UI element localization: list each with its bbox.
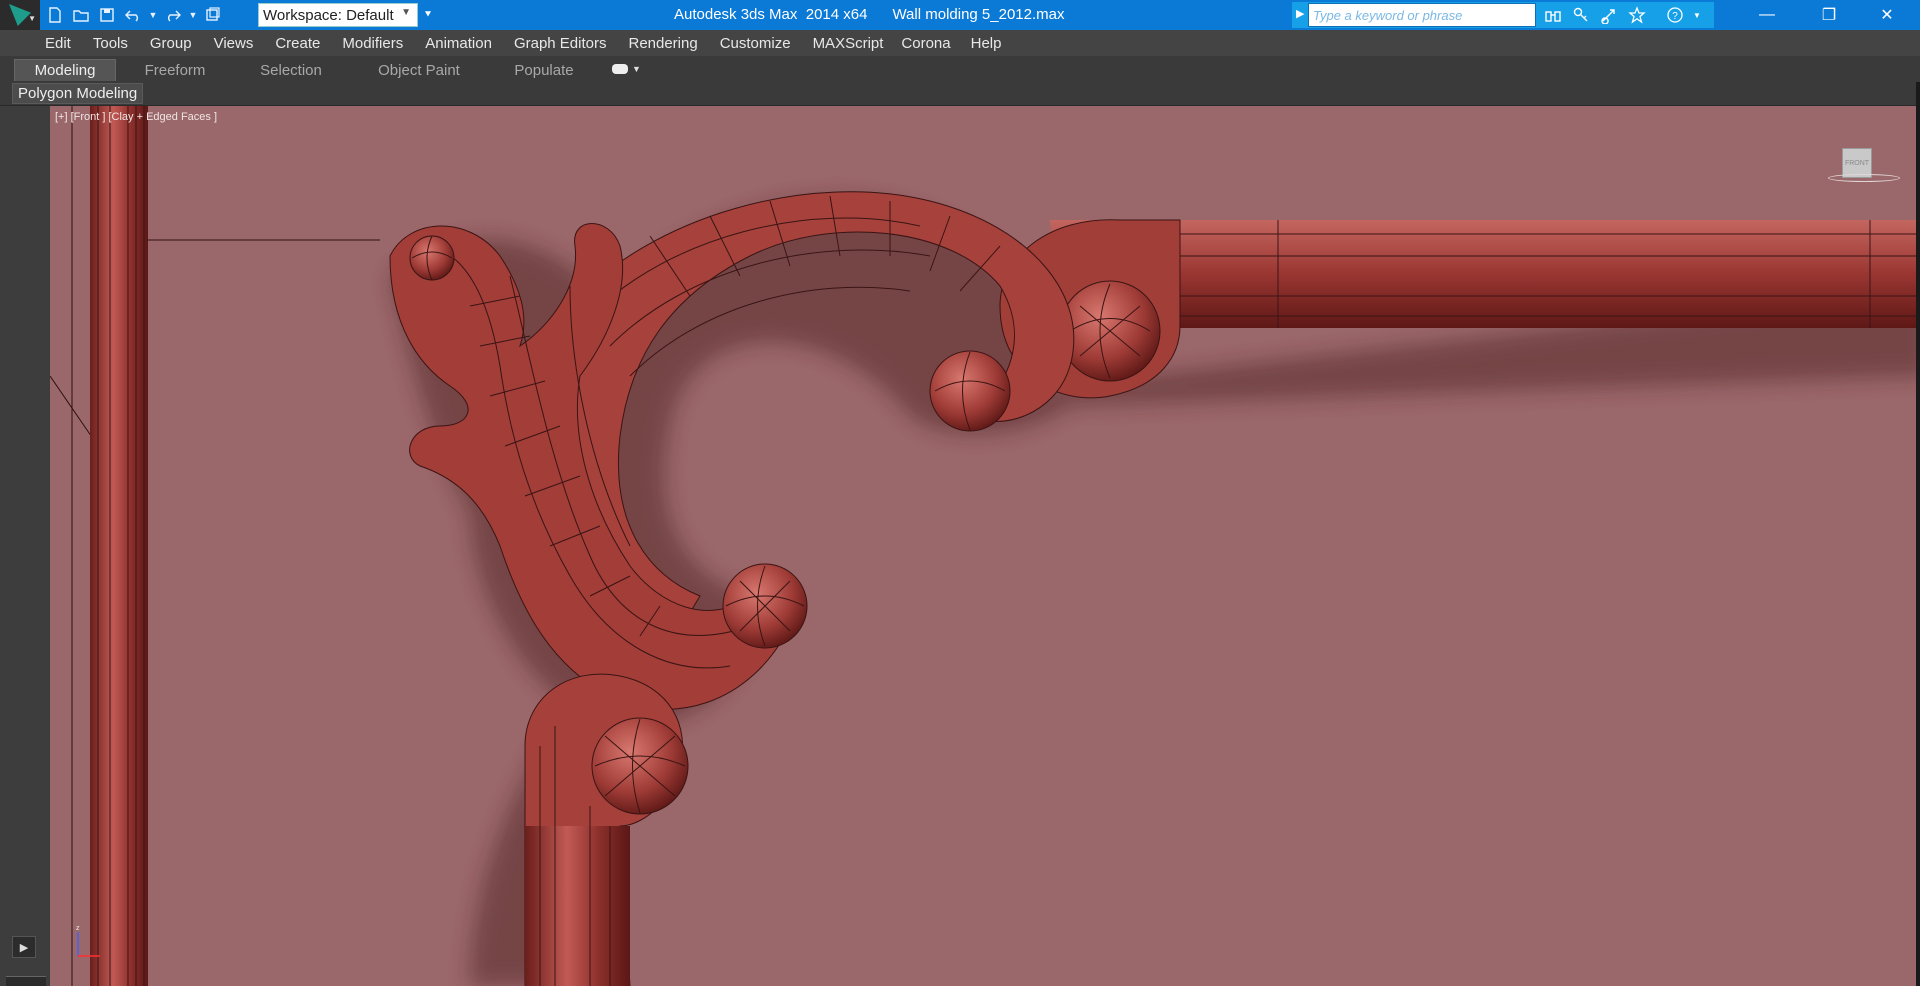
title-bar: ▼ ▼ ▼ Workspace: Default ▼ ⯆ Autodesk 3d… xyxy=(0,0,1920,30)
viewcube-compass-ring[interactable] xyxy=(1828,174,1900,182)
svg-text:z: z xyxy=(76,925,80,932)
tab-freeform[interactable]: Freeform xyxy=(130,59,220,81)
polygon-modeling-panel[interactable]: Polygon Modeling xyxy=(12,83,144,104)
menu-corona[interactable]: Corona xyxy=(901,35,950,52)
project-folder-icon[interactable] xyxy=(202,4,224,26)
save-icon[interactable] xyxy=(96,4,118,26)
left-bottom-bar xyxy=(6,976,46,986)
menu-tools[interactable]: Tools xyxy=(93,35,128,52)
close-icon[interactable]: ✕ xyxy=(1864,0,1910,30)
menu-group[interactable]: Group xyxy=(150,35,192,52)
app-window: ▼ ▼ ▼ Workspace: Default ▼ ⯆ Autodesk 3d… xyxy=(0,0,1920,986)
application-menu-button[interactable]: ▼ xyxy=(0,0,40,30)
workspace-label: Workspace: Default xyxy=(263,6,394,24)
ribbon-panel-row: Polygon Modeling xyxy=(0,82,1920,106)
molding-scene xyxy=(50,106,1920,986)
menu-edit[interactable]: Edit xyxy=(45,35,71,52)
axis-tripod-icon: z xyxy=(76,925,100,957)
tab-populate[interactable]: Populate xyxy=(500,59,588,81)
menu-bar: Edit Tools Group Views Create Modifiers … xyxy=(0,30,1920,56)
front-viewport[interactable]: [+] [Front ] [Clay + Edged Faces ] FRONT… xyxy=(50,106,1920,986)
exchange-icon[interactable] xyxy=(1598,5,1620,25)
menu-rendering[interactable]: Rendering xyxy=(628,35,697,52)
search-input[interactable] xyxy=(1308,3,1536,27)
help-dropdown-icon[interactable]: ▼ xyxy=(1686,5,1708,25)
svg-text:?: ? xyxy=(1672,11,1678,22)
help-icon[interactable]: ? xyxy=(1664,5,1686,25)
window-title: Autodesk 3ds Max 2014 x64 Wall molding 5… xyxy=(674,6,1065,23)
ribbon-minimize-toggle[interactable]: ▼ xyxy=(612,61,642,77)
star-icon[interactable] xyxy=(1626,5,1648,25)
tab-object-paint[interactable]: Object Paint xyxy=(370,59,468,81)
restore-icon[interactable]: ❐ xyxy=(1806,0,1852,30)
key-icon[interactable] xyxy=(1570,5,1592,25)
redo-icon[interactable] xyxy=(162,4,184,26)
open-folder-icon[interactable] xyxy=(70,4,92,26)
viewport-label[interactable]: [+] [Front ] [Clay + Edged Faces ] xyxy=(55,111,217,123)
workspace-dropdown[interactable]: Workspace: Default ▼ xyxy=(258,3,418,27)
tab-selection[interactable]: Selection xyxy=(246,59,336,81)
left-side-strip xyxy=(0,106,50,986)
ribbon-tab-bar: Modeling Freeform Selection Object Paint… xyxy=(0,56,1920,82)
menu-create[interactable]: Create xyxy=(275,35,320,52)
undo-icon[interactable] xyxy=(122,4,144,26)
menu-help[interactable]: Help xyxy=(971,35,1002,52)
bottom-vertical-molding xyxy=(524,673,689,986)
menu-maxscript[interactable]: MAXScript xyxy=(813,35,884,52)
menu-modifiers[interactable]: Modifiers xyxy=(342,35,403,52)
binoculars-icon[interactable] xyxy=(1542,5,1564,25)
left-vertical-molding xyxy=(90,106,148,986)
expand-arrow-icon[interactable]: ▶ xyxy=(1296,7,1304,23)
right-edge-bar xyxy=(1916,82,1920,986)
menu-customize[interactable]: Customize xyxy=(720,35,791,52)
chevron-down-icon: ▼ xyxy=(28,14,36,23)
menu-animation[interactable]: Animation xyxy=(425,35,492,52)
play-icon[interactable]: ▶ xyxy=(12,936,36,958)
minimize-icon[interactable]: — xyxy=(1744,0,1790,30)
tab-modeling[interactable]: Modeling xyxy=(14,59,116,81)
chevron-down-icon: ▼ xyxy=(632,64,641,74)
menu-graph-editors[interactable]: Graph Editors xyxy=(514,35,607,52)
infocenter-search: ▶ ? ▼ xyxy=(1292,2,1714,28)
redo-dropdown-icon[interactable]: ▼ xyxy=(188,10,198,20)
ribbon-toggle-icon xyxy=(612,64,628,74)
quick-access-toolbar: ▼ ▼ xyxy=(44,3,224,27)
chevron-down-icon: ▼ xyxy=(401,7,411,18)
undo-dropdown-icon[interactable]: ▼ xyxy=(148,10,158,20)
menu-views[interactable]: Views xyxy=(214,35,254,52)
customize-toolbar-icon[interactable]: ⯆ xyxy=(420,3,436,27)
new-file-icon[interactable] xyxy=(44,4,66,26)
